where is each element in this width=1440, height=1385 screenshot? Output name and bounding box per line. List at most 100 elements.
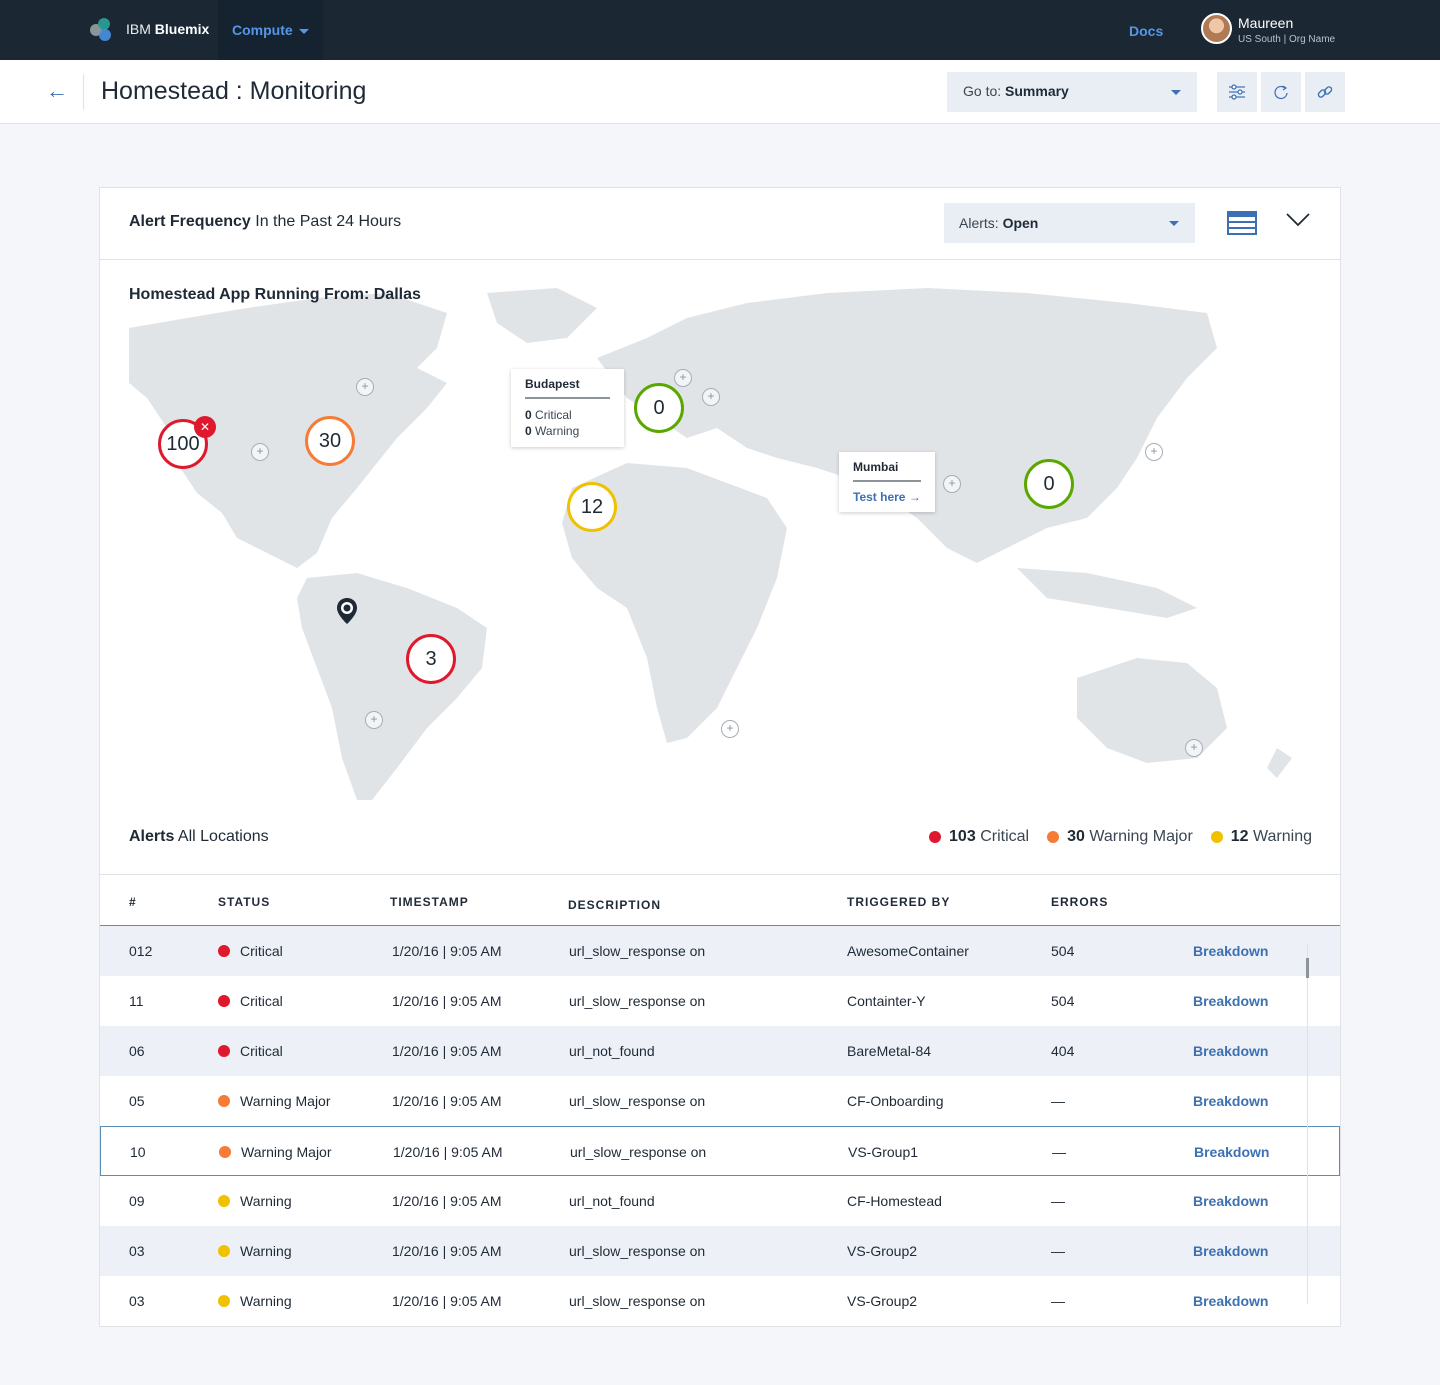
cell-description: url_not_found [569, 1193, 655, 1209]
docs-link[interactable]: Docs [1129, 23, 1163, 39]
page-header: ← Homestead : Monitoring Go to: Summary [0, 60, 1440, 124]
goto-dropdown[interactable]: Go to: Summary [947, 72, 1197, 112]
cell-triggered-by: Containter-Y [847, 993, 926, 1009]
table-row[interactable]: 03 Warning 1/20/16 | 9:05 AM url_slow_respo… [100, 1276, 1340, 1326]
breakdown-link[interactable]: Breakdown [1193, 1043, 1268, 1059]
cell-status: Warning Major [218, 1093, 331, 1109]
cell-errors: — [1052, 1144, 1066, 1160]
continent-greenland [487, 288, 597, 343]
settings-sliders-button[interactable] [1217, 72, 1257, 112]
alert-bubble-ok[interactable]: 0 [634, 383, 684, 433]
sliders-icon [1229, 84, 1245, 100]
alerts-table: # STATUS TIMESTAMP DESCRIPTION TRIGGERED… [100, 874, 1340, 1326]
caret-down-icon [298, 28, 309, 34]
column-header-triggered-by[interactable]: TRIGGERED BY [847, 895, 950, 909]
tooltip-title: Budapest [525, 377, 610, 399]
continent-new-zealand [1267, 748, 1292, 778]
add-location-icon[interactable]: + [365, 711, 383, 729]
test-here-link[interactable]: Test here → [853, 490, 921, 504]
caret-down-icon [1169, 221, 1179, 226]
close-badge-icon[interactable]: ✕ [194, 416, 216, 438]
user-name[interactable]: Maureen [1238, 15, 1293, 31]
table-row[interactable]: 012 Critical 1/20/16 | 9:05 AM url_slow_res… [100, 926, 1340, 976]
cell-status: Warning Major [219, 1144, 332, 1160]
cell-id: 06 [129, 1043, 145, 1059]
add-location-icon[interactable]: + [356, 378, 374, 396]
table-row[interactable]: 06 Critical 1/20/16 | 9:05 AM url_not_found… [100, 1026, 1340, 1076]
cell-id: 09 [129, 1193, 145, 1209]
status-dot-icon [218, 1245, 230, 1257]
refresh-button[interactable] [1261, 72, 1301, 112]
divider [83, 74, 84, 110]
breakdown-link[interactable]: Breakdown [1193, 943, 1268, 959]
column-header-id[interactable]: # [129, 895, 137, 909]
cell-description: url_slow_response on [569, 1293, 706, 1309]
location-pin-icon[interactable] [335, 597, 359, 625]
link-button[interactable] [1305, 72, 1345, 112]
chevron-down-icon[interactable] [1286, 212, 1310, 228]
cell-timestamp: 1/20/16 | 9:05 AM [392, 993, 502, 1009]
cell-description: url_slow_response on [569, 993, 706, 1009]
alerts-filter-dropdown[interactable]: Alerts: Open [944, 203, 1195, 243]
list-view-icon[interactable] [1227, 211, 1257, 235]
column-header-timestamp[interactable]: TIMESTAMP [390, 895, 469, 909]
cell-id: 11 [129, 993, 144, 1009]
breakdown-link[interactable]: Breakdown [1193, 1193, 1268, 1209]
brand-name[interactable]: IBM Bluemix [126, 21, 209, 37]
back-arrow-icon[interactable]: ← [46, 80, 68, 102]
avatar[interactable] [1201, 13, 1232, 44]
cell-description: url_slow_response on [570, 1144, 707, 1160]
add-location-icon[interactable]: + [1145, 443, 1163, 461]
alert-bubble-warning-major[interactable]: 30 [305, 416, 355, 466]
breakdown-link[interactable]: Breakdown [1193, 1093, 1268, 1109]
breakdown-link[interactable]: Breakdown [1193, 993, 1268, 1009]
breakdown-link[interactable]: Breakdown [1193, 1243, 1268, 1259]
add-location-icon[interactable]: + [1185, 739, 1203, 757]
cell-timestamp: 1/20/16 | 9:05 AM [392, 1093, 502, 1109]
alert-bubble-ok[interactable]: 0 [1024, 459, 1074, 509]
critical-dot-icon [929, 831, 942, 843]
table-row[interactable]: 10 Warning Major 1/20/16 | 9:05 AM url_slow… [100, 1126, 1340, 1176]
add-location-icon[interactable]: + [943, 475, 961, 493]
table-scrollbar-track[interactable] [1307, 944, 1308, 1304]
add-location-icon[interactable]: + [721, 720, 739, 738]
table-row[interactable]: 05 Warning Major 1/20/16 | 9:05 AM url_slow… [100, 1076, 1340, 1126]
tooltip-warning: 0 Warning [525, 424, 580, 438]
cell-triggered-by: AwesomeContainer [847, 943, 969, 959]
tooltip-title: Mumbai [853, 460, 921, 482]
cell-errors: 504 [1051, 943, 1075, 959]
table-row[interactable]: 03 Warning 1/20/16 | 9:05 AM url_slow_respo… [100, 1226, 1340, 1276]
cell-id: 10 [130, 1144, 146, 1160]
cell-status: Critical [218, 1043, 283, 1059]
column-header-errors[interactable]: ERRORS [1051, 895, 1108, 909]
add-location-icon[interactable]: + [251, 443, 269, 461]
bluemix-logo-icon [90, 18, 111, 41]
refresh-icon [1274, 85, 1288, 100]
cell-errors: — [1051, 1293, 1065, 1309]
table-row[interactable]: 11 Critical 1/20/16 | 9:05 AM url_slow_resp… [100, 976, 1340, 1026]
cell-description: url_slow_response on [569, 1093, 706, 1109]
table-row[interactable]: 09 Warning 1/20/16 | 9:05 AM url_not_found C… [100, 1176, 1340, 1226]
continent-australia [1077, 658, 1227, 763]
breakdown-link[interactable]: Breakdown [1193, 1293, 1268, 1309]
column-header-status[interactable]: STATUS [218, 895, 270, 909]
add-location-icon[interactable]: + [702, 388, 720, 406]
cell-id: 03 [129, 1293, 145, 1309]
alert-bubble-warning[interactable]: 12 [567, 482, 617, 532]
mumbai-tooltip: Mumbai Test here → [839, 452, 935, 512]
cell-status: Warning [218, 1243, 292, 1259]
cell-errors: — [1051, 1093, 1065, 1109]
column-header-description[interactable]: DESCRIPTION [568, 898, 661, 912]
status-dot-icon [218, 1295, 230, 1307]
table-scrollbar-thumb[interactable] [1306, 958, 1309, 978]
cell-description: url_slow_response on [569, 1243, 706, 1259]
card-header: Alert Frequency In the Past 24 Hours Ale… [100, 188, 1340, 260]
arrow-right-icon: → [908, 490, 921, 504]
add-location-icon[interactable]: + [674, 369, 692, 387]
status-dot-icon [218, 945, 230, 957]
alert-bubble-critical[interactable]: 3 [406, 634, 456, 684]
breakdown-link[interactable]: Breakdown [1194, 1144, 1269, 1160]
compute-menu[interactable]: Compute [218, 0, 323, 60]
cell-timestamp: 1/20/16 | 9:05 AM [392, 1043, 502, 1059]
continent-south-america [297, 573, 487, 800]
